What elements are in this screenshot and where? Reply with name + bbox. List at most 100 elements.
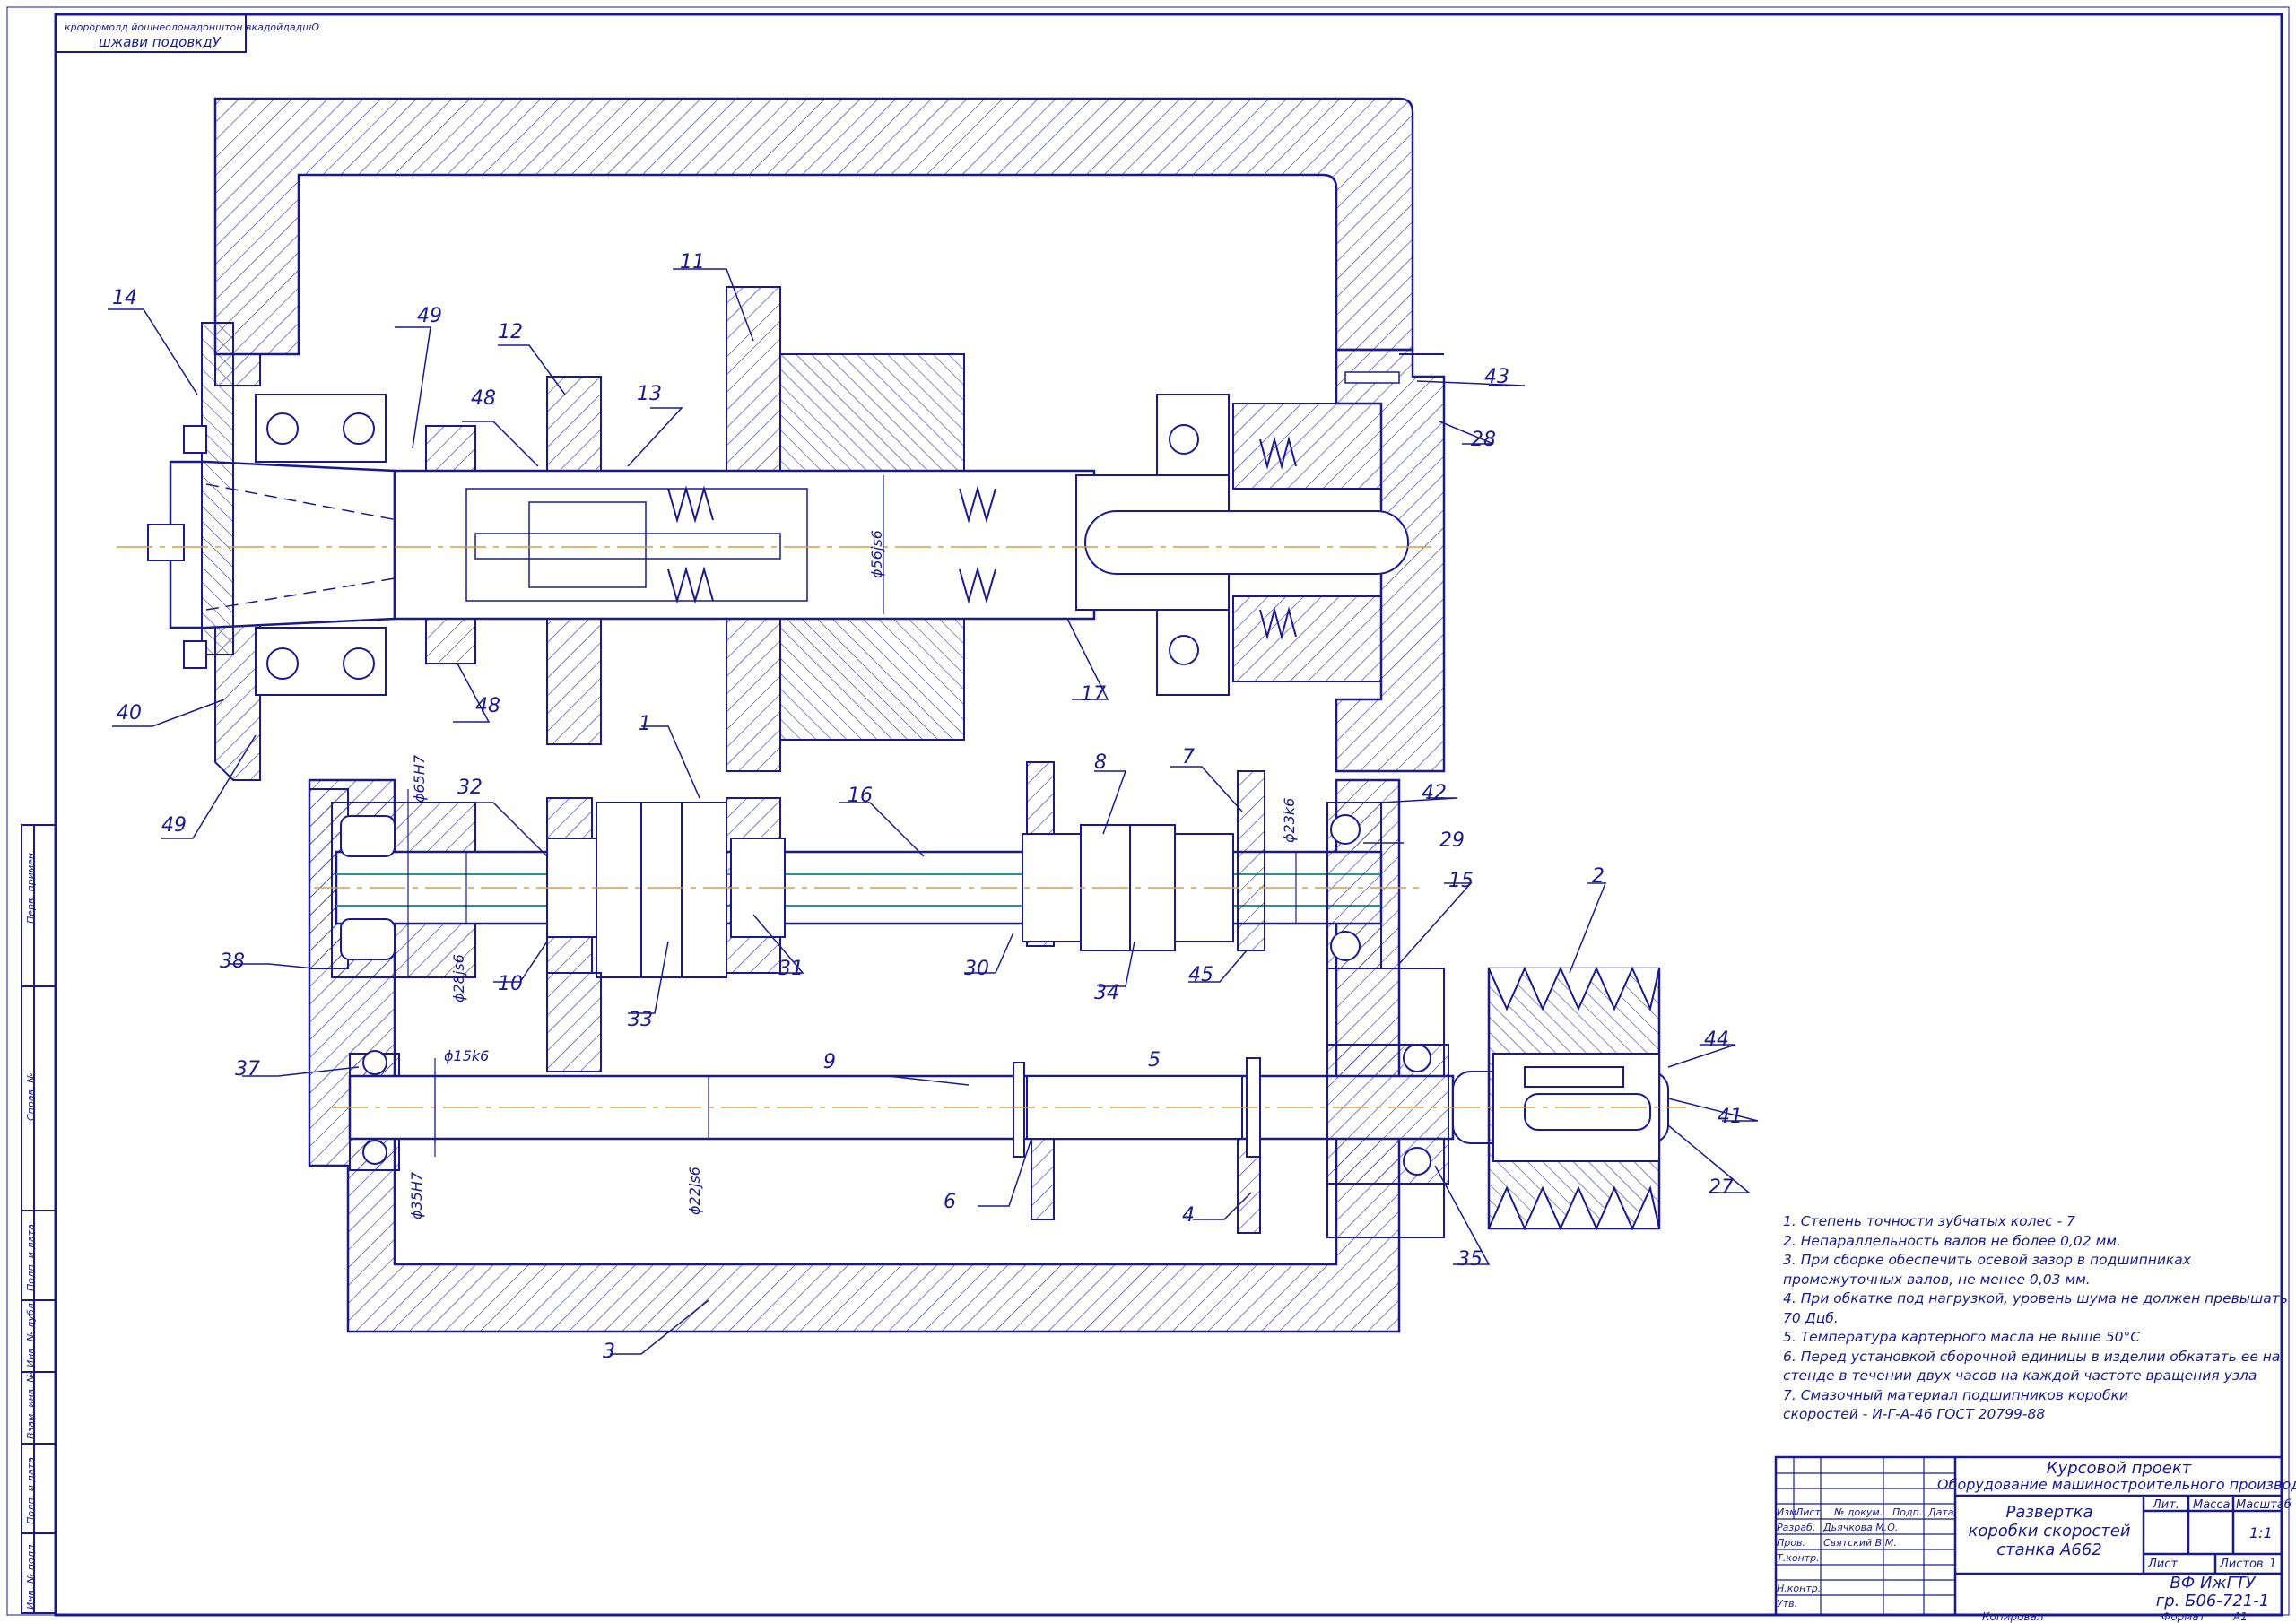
- gear-block-5: [1013, 1057, 1261, 1234]
- tb-copied: Копировал: [1982, 1610, 2044, 1623]
- tb-sheets: 1: [2269, 1558, 2277, 1571]
- side-label-dubl: Инв. № дубл.: [25, 1299, 37, 1367]
- tb-sheets-label: Листов: [2220, 1558, 2264, 1571]
- pos-13: 13: [637, 383, 662, 405]
- pos-29: 29: [1439, 829, 1465, 852]
- top-stamp-line1: шжави подовкдУ: [99, 34, 222, 50]
- pos-2: 2: [1592, 865, 1605, 888]
- side-label-perv: Перв. примен.: [25, 849, 37, 924]
- pos-44: 44: [1704, 1028, 1729, 1051]
- shaft-16: [331, 761, 1383, 1072]
- tb-format-value: А1: [2233, 1610, 2248, 1623]
- pos-27: 27: [1709, 1176, 1734, 1199]
- pos-11: 11: [680, 251, 705, 273]
- dim-22js6: ϕ22js6: [686, 1167, 703, 1215]
- pos-32: 32: [457, 777, 483, 799]
- pos-48: 49: [417, 305, 442, 327]
- pos-34: 34: [1094, 982, 1119, 1004]
- tb-h-sign: Подп.: [1892, 1506, 1923, 1518]
- technical-notes: 1. Степень точности зубчатых колес - 7 2…: [1783, 1212, 2288, 1425]
- tb-role-dev: Разраб.: [1777, 1522, 1816, 1533]
- tb-scale-label: Масштаб: [2236, 1498, 2292, 1512]
- top-stamp-line2: крорормолд йошнеолонадонштон вкадойдадшО: [65, 22, 319, 33]
- pos-49: 49: [161, 814, 187, 837]
- note-line: 2. Непараллельность валов не более 0,02 …: [1783, 1232, 2121, 1249]
- dim-65H7: ϕ65H7: [411, 754, 428, 803]
- tb-name1: Развертка: [2005, 1503, 2093, 1522]
- note-line: 1. Степень точности зубчатых колес - 7: [1783, 1213, 2075, 1229]
- tb-dev-name: Дьячкова М.О.: [1823, 1522, 1899, 1533]
- tb-role-approve: Утв.: [1777, 1598, 1798, 1610]
- side-label-podl: Инв. № подл.: [25, 1541, 37, 1610]
- pos-3: 3: [603, 1341, 615, 1363]
- tb-name3: станка А662: [1996, 1541, 2102, 1559]
- tb-format: Формат: [2161, 1610, 2205, 1623]
- pos-38: 38: [220, 950, 245, 973]
- pos-46: 48: [471, 387, 496, 410]
- note-line: 7. Смазочный материал подшипников коробк…: [1783, 1386, 2128, 1403]
- dim-56js6: ϕ56js6: [868, 530, 885, 578]
- side-label-podp2: Подп. и дата: [25, 1457, 37, 1524]
- note-line: 5. Температура картерного масла не выше …: [1783, 1329, 2141, 1345]
- tb-check-name: Святский В.М.: [1823, 1537, 1897, 1549]
- pos-37: 37: [235, 1058, 260, 1081]
- side-label-sprav: Справ. №: [25, 1072, 37, 1121]
- pos-42: 42: [1422, 782, 1447, 804]
- pos-15: 14: [112, 287, 137, 309]
- pos-43: 43: [1484, 366, 1509, 388]
- note-line: промежуточных валов, не менее 0,03 мм.: [1783, 1271, 2091, 1288]
- pos-4: 4: [1182, 1204, 1195, 1227]
- pos-45: 45: [1188, 964, 1213, 986]
- pos-5: 5: [1148, 1049, 1161, 1072]
- tb-role-tcontrol: Т.контр.: [1777, 1552, 1820, 1564]
- side-label-vzam: Взам. инв. №: [25, 1372, 37, 1439]
- tb-scale: 1:1: [2249, 1524, 2273, 1541]
- pos-30: 30: [964, 958, 989, 980]
- tb-h-doc: № докум.: [1834, 1506, 1883, 1518]
- pulley-2: [1487, 966, 1661, 1231]
- pos-10: 10: [498, 973, 523, 995]
- tb-org2: гр. Б06-721-1: [2155, 1592, 2270, 1610]
- pos-28: 28: [1471, 429, 1496, 451]
- tb-discipline: Оборудование машиностроительного произво…: [1937, 1476, 2296, 1493]
- tb-sheet: Лист: [2148, 1558, 2178, 1571]
- pos-14: 15: [1448, 870, 1474, 892]
- note-line: скоростей - И-Г-А-46 ГОСТ 20799-88: [1783, 1406, 2046, 1422]
- side-label-podp1: Подп. и дата: [25, 1224, 37, 1291]
- pos-1: 1: [639, 713, 651, 735]
- pos-33: 33: [628, 1009, 653, 1031]
- spindle-assembly: [147, 286, 1444, 772]
- note-line: 70 Дцб.: [1783, 1309, 1839, 1326]
- pos-16: 16: [848, 785, 873, 807]
- tb-name2: коробки скоростей: [1968, 1522, 2131, 1541]
- clutch-block-2: [1022, 761, 1265, 951]
- dim-35H7: ϕ35H7: [408, 1171, 425, 1219]
- tb-mass: Масса: [2193, 1498, 2231, 1512]
- tb-lit: Лит.: [2152, 1498, 2179, 1512]
- pos-12: 12: [498, 321, 523, 343]
- tb-h-list: Лист: [1796, 1506, 1821, 1518]
- note-line: 6. Перед установкой сборочной единицы в …: [1783, 1348, 2281, 1365]
- tb-h-date: Дата: [1928, 1506, 1954, 1518]
- pos-17: 17: [1081, 683, 1106, 706]
- pos-31: 31: [778, 958, 804, 980]
- note-line: 4. При обкатке под нагрузкой, уровень шу…: [1783, 1290, 2288, 1306]
- dim-23k6: ϕ23k6: [1281, 797, 1298, 843]
- dim-15k6: ϕ15k6: [444, 1047, 490, 1064]
- pos-40: 40: [117, 702, 142, 725]
- pos-6: 6: [944, 1191, 956, 1213]
- pos-35: 35: [1457, 1248, 1483, 1271]
- note-line: стенде в течении двух часов на каждой ча…: [1783, 1367, 2257, 1384]
- tb-org1: ВФ ИжГТУ: [2170, 1574, 2256, 1593]
- dim-28js6: ϕ28js6: [450, 954, 467, 1002]
- pos-41: 41: [1718, 1106, 1743, 1128]
- pos-9: 9: [823, 1051, 836, 1073]
- tb-project: Курсовой проект: [2046, 1459, 2192, 1478]
- pos-8: 8: [1094, 751, 1107, 774]
- clutch-block-1: [546, 797, 786, 1072]
- pos-47: 48: [475, 695, 500, 717]
- tb-role-check: Пров.: [1777, 1537, 1805, 1549]
- pos-7: 7: [1182, 746, 1195, 768]
- note-line: 3. При сборке обеспечить осевой зазор в …: [1783, 1252, 2191, 1268]
- tb-role-ncontrol: Н.контр.: [1777, 1583, 1822, 1594]
